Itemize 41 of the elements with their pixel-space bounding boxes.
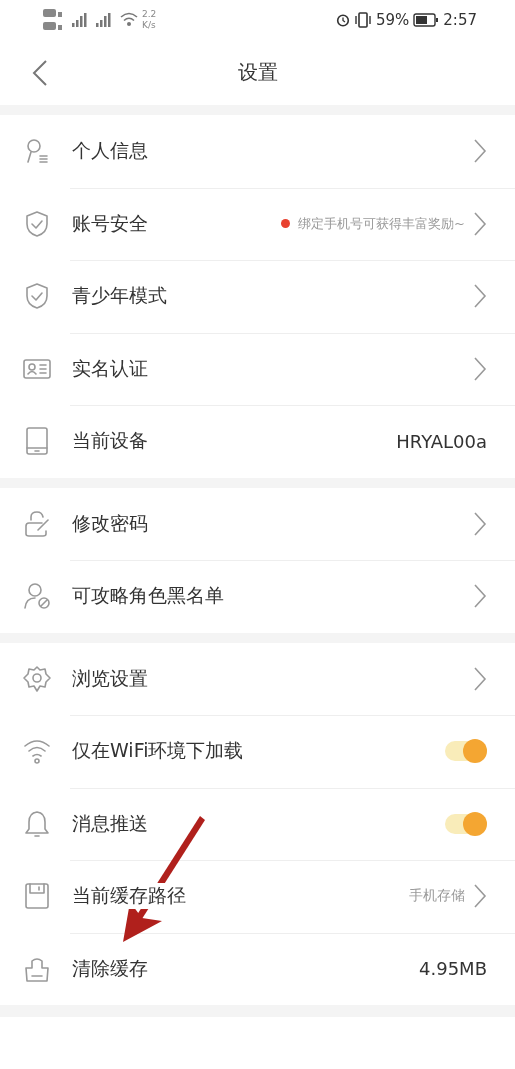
settings-row[interactable]: 仅在WiFi环境下加载	[0, 715, 515, 788]
settings-row[interactable]: 个人信息	[0, 115, 515, 188]
alarm-icon	[335, 13, 350, 27]
network-speed: 2.2	[142, 9, 157, 20]
toggle-switch[interactable]	[445, 813, 487, 834]
chevron-icon	[473, 355, 487, 382]
row-value: 手机存储	[409, 887, 465, 906]
settings-row[interactable]: 当前设备 HRYAL00a	[0, 405, 515, 478]
chevron-icon	[473, 583, 487, 610]
bell-icon	[22, 808, 52, 839]
chevron-icon	[473, 883, 487, 910]
notice-text: 绑定手机号可获得丰富奖励~	[298, 214, 465, 233]
chevron-icon	[473, 210, 487, 237]
storage-icon	[22, 881, 52, 912]
settings-icon	[22, 663, 52, 694]
row-value: HRYAL00a	[396, 430, 487, 452]
settings-row[interactable]: 青少年模式	[0, 260, 515, 333]
settings-row[interactable]: 浏览设置	[0, 642, 515, 715]
lock-edit-icon	[22, 508, 52, 539]
settings-row[interactable]: 实名认证	[0, 332, 515, 405]
battery-percent: 59%	[375, 11, 410, 29]
chevron-icon	[473, 665, 487, 692]
chevron-icon	[473, 510, 487, 537]
row-label: 当前缓存路径	[72, 883, 186, 910]
notice-dot	[281, 219, 291, 229]
back-icon[interactable]	[32, 59, 48, 87]
chevron-icon	[473, 283, 487, 310]
settings-row[interactable]: 清除缓存 4.95MB	[0, 932, 515, 1005]
page-title: 设置	[237, 59, 278, 86]
clock-time: 2:57	[443, 11, 477, 29]
battery-icon	[413, 13, 440, 27]
row-value: 4.95MB	[419, 958, 487, 980]
settings-row[interactable]: 修改密码	[0, 487, 515, 560]
person-block-icon	[22, 581, 52, 612]
wifi-status-icon	[120, 12, 138, 28]
toggle-switch[interactable]	[445, 741, 487, 762]
settings-row[interactable]: 可攻略角色黑名单	[0, 560, 515, 633]
speed-unit: K/s	[142, 20, 157, 31]
vibrate-icon	[353, 12, 372, 28]
chevron-icon	[473, 138, 487, 165]
settings-row[interactable]: 账号安全 绑定手机号可获得丰富奖励~	[0, 187, 515, 260]
